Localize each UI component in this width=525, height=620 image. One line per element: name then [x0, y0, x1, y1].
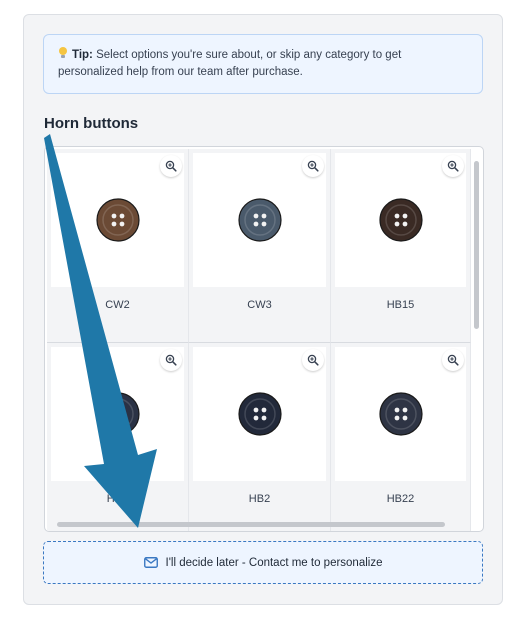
- button-option-card[interactable]: HB1: [47, 343, 189, 531]
- button-option-card[interactable]: CW3: [189, 149, 331, 343]
- customization-panel: Tip: Select options you're sure about, o…: [23, 14, 503, 605]
- vertical-scrollbar[interactable]: [471, 149, 481, 517]
- zoom-in-icon[interactable]: [302, 349, 324, 371]
- vertical-scrollbar-thumb[interactable]: [474, 161, 479, 329]
- horn-button-icon: [237, 392, 282, 436]
- zoom-in-icon[interactable]: [442, 155, 464, 177]
- tip-box: Tip: Select options you're sure about, o…: [43, 34, 483, 94]
- zoom-in-icon[interactable]: [160, 155, 182, 177]
- zoom-in-icon[interactable]: [160, 349, 182, 371]
- button-code-label: HB1: [106, 493, 129, 505]
- section-title: Horn buttons: [44, 115, 139, 132]
- horn-button-icon: [95, 392, 140, 436]
- zoom-in-icon[interactable]: [442, 349, 464, 371]
- button-grid-scroller[interactable]: CW2 CW3 HB15 HB1 HB2 HB22: [44, 146, 484, 532]
- contact-button-label: I'll decide later - Contact me to person…: [165, 556, 383, 569]
- mail-icon: [143, 557, 158, 568]
- button-option-card[interactable]: HB15: [331, 149, 471, 343]
- button-code-label: HB15: [386, 299, 415, 311]
- horn-button-icon: [237, 198, 282, 242]
- button-code-label: CW3: [247, 299, 272, 311]
- horizontal-scrollbar-thumb[interactable]: [57, 522, 445, 527]
- button-option-card[interactable]: HB22: [331, 343, 471, 531]
- button-code-label: CW2: [105, 299, 130, 311]
- horizontal-scrollbar[interactable]: [47, 519, 471, 529]
- button-code-label: HB22: [386, 493, 415, 505]
- horn-button-icon: [95, 198, 140, 242]
- button-option-card[interactable]: CW2: [47, 149, 189, 343]
- lightbulb-icon: [58, 47, 68, 59]
- horn-button-icon: [378, 198, 423, 242]
- tip-label: Tip:: [72, 49, 93, 61]
- tip-text: Select options you're sure about, or ski…: [58, 49, 402, 78]
- button-code-label: HB2: [248, 493, 271, 505]
- contact-me-button[interactable]: I'll decide later - Contact me to person…: [43, 541, 483, 584]
- button-grid: CW2 CW3 HB15 HB1 HB2 HB22: [47, 149, 471, 531]
- zoom-in-icon[interactable]: [302, 155, 324, 177]
- horn-button-icon: [378, 392, 423, 436]
- button-option-card[interactable]: HB2: [189, 343, 331, 531]
